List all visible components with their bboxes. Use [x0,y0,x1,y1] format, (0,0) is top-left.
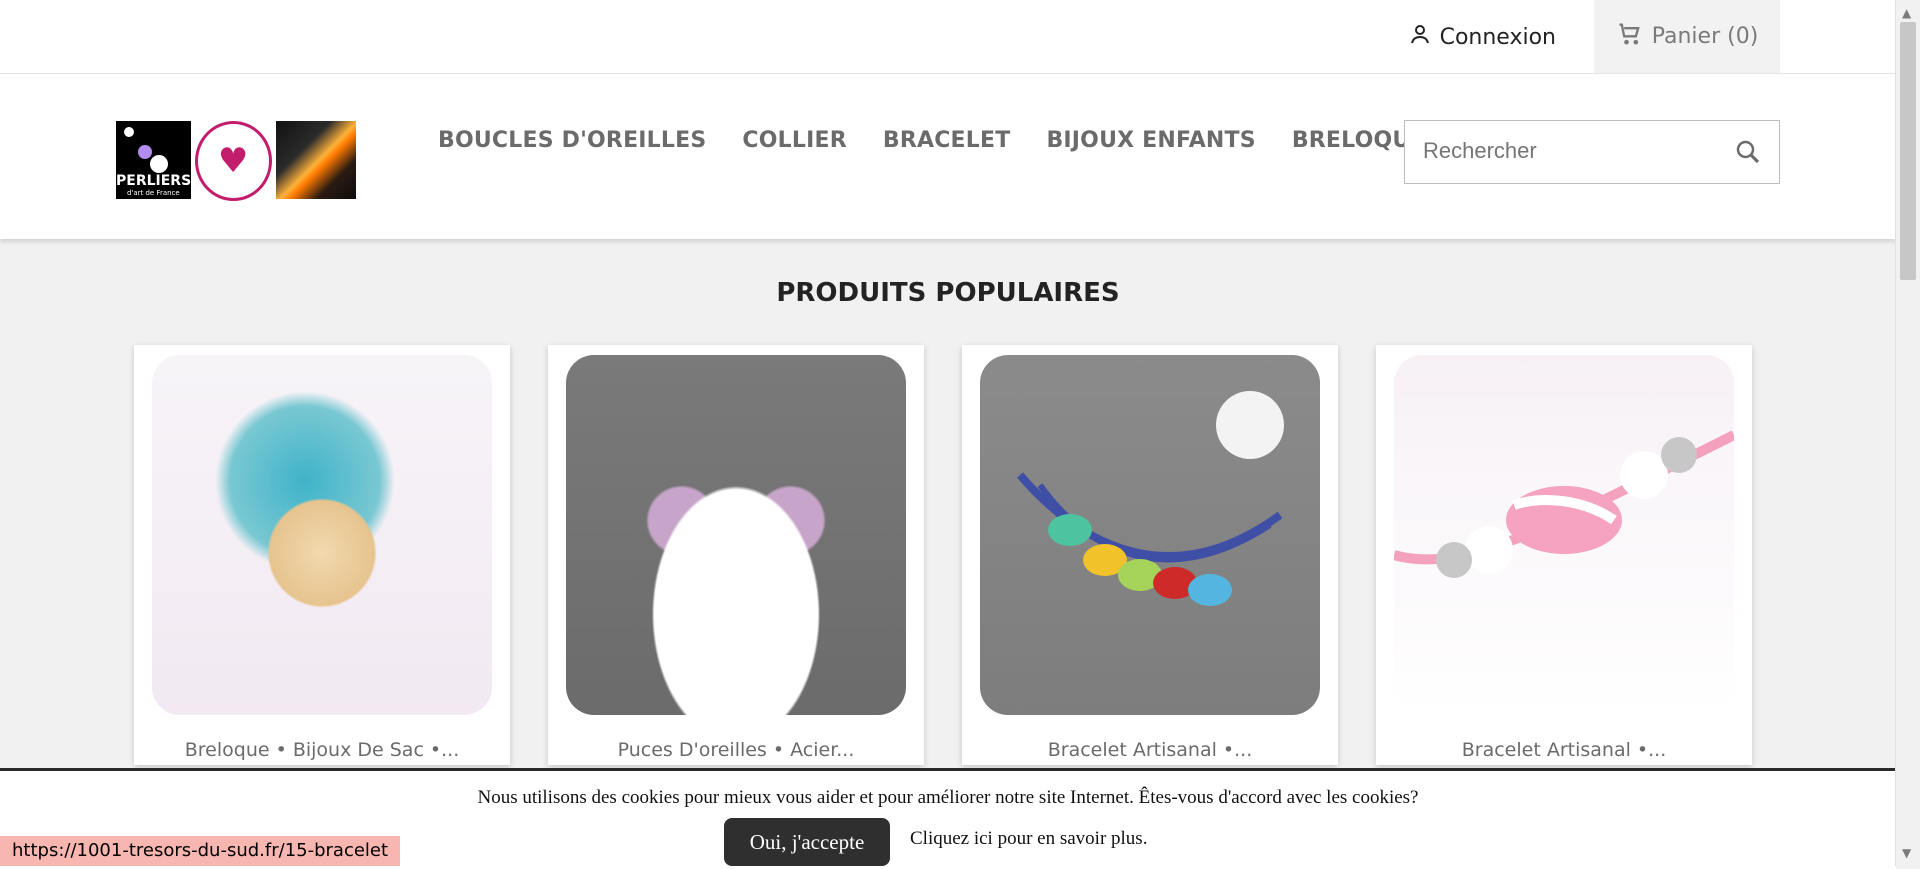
cookie-message: Nous utilisons des cookies pour mieux vo… [477,787,1419,808]
accept-cookies-button[interactable]: Oui, j'accepte [724,818,890,866]
product-image[interactable] [980,355,1320,715]
scroll-up-icon[interactable]: ▲ [1902,6,1911,20]
page-scrollbar[interactable]: ▲ ▼ [1895,0,1920,866]
nav-collier[interactable]: COLLIER [742,128,846,153]
cart-button[interactable]: Panier (0) [1594,0,1780,73]
site-header: PERLIERS d'art de France ♥ BOUCLES D'ORE… [0,74,1896,239]
product-image[interactable] [152,355,492,715]
main-navigation: BOUCLES D'OREILLES COLLIER BRACELET BIJO… [438,128,1426,153]
product-name[interactable]: Bracelet Artisanal •... [962,739,1338,761]
product-list: Breloque • Bijoux De Sac •... Puces D'or… [134,345,1752,765]
heart-logo-icon: ♥ [194,121,272,201]
product-card[interactable]: Bracelet Artisanal •... [962,345,1338,765]
logo-text: PERLIERS [116,173,191,189]
user-icon [1408,22,1432,52]
logo-perliers: PERLIERS d'art de France [116,121,191,199]
login-label: Connexion [1439,24,1556,50]
search-box [1404,120,1780,184]
scroll-thumb[interactable] [1900,22,1916,280]
section-title: PRODUITS POPULAIRES [776,278,1120,308]
glass-torch-image [275,121,356,199]
product-image[interactable] [566,355,906,715]
product-card[interactable]: Breloque • Bijoux De Sac •... [134,345,510,765]
nav-bracelet[interactable]: BRACELET [883,128,1011,153]
product-card[interactable]: Puces D'oreilles • Acier... [548,345,924,765]
nav-bijoux-enfants[interactable]: BIJOUX ENFANTS [1046,128,1255,153]
product-image[interactable] [1394,355,1734,715]
top-bar: Connexion Panier (0) [0,0,1896,74]
product-name[interactable]: Breloque • Bijoux De Sac •... [134,739,510,761]
scroll-down-icon[interactable]: ▼ [1902,846,1911,860]
cart-label: Panier (0) [1651,24,1759,49]
cookie-more-link[interactable]: Cliquez ici pour en savoir plus. [910,828,1147,850]
nav-boucles-doreilles[interactable]: BOUCLES D'OREILLES [438,128,706,153]
site-logo[interactable]: PERLIERS d'art de France ♥ [116,121,356,201]
search-input[interactable] [1421,137,1725,165]
product-name[interactable]: Puces D'oreilles • Acier... [548,739,924,761]
product-card[interactable]: Bracelet Artisanal •... [1376,345,1752,765]
login-link[interactable]: Connexion [1408,22,1556,52]
search-icon[interactable] [1733,137,1763,171]
product-name[interactable]: Bracelet Artisanal •... [1376,739,1752,761]
status-url: https://1001-tresors-du-sud.fr/15-bracel… [0,836,401,866]
cart-icon [1616,20,1644,54]
logo-subtext: d'art de France [126,189,180,197]
